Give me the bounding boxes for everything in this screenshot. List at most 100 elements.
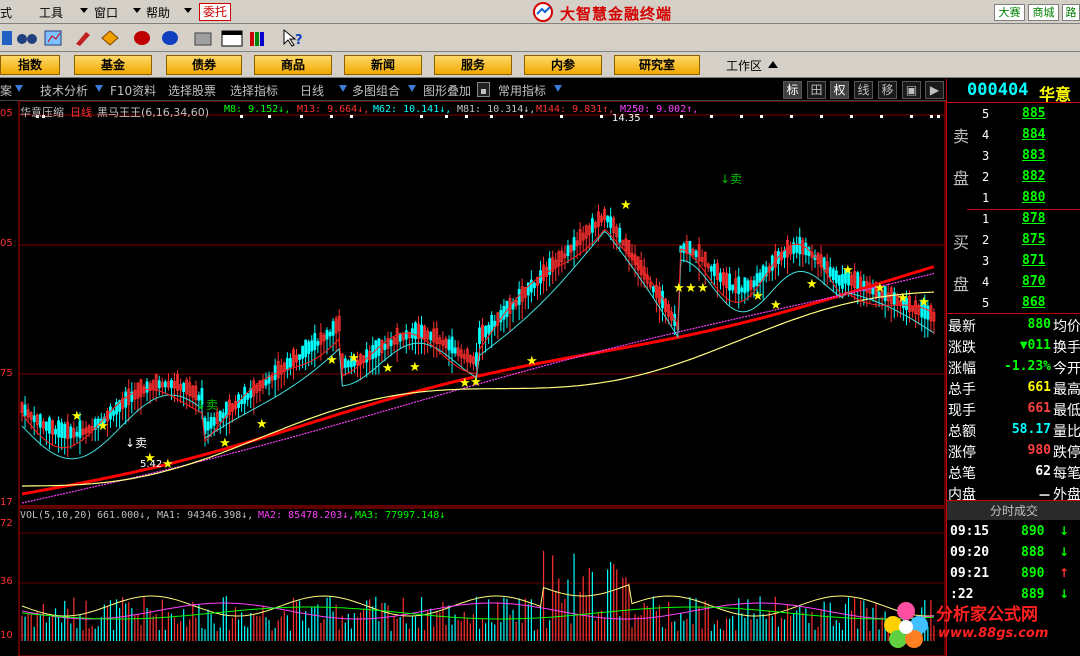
ask-price[interactable]: 885 (1022, 106, 1045, 121)
func-tech-analysis[interactable]: 技术分析 (40, 82, 88, 99)
star-marker-icon: ★ (673, 281, 685, 296)
price-panel-frame (18, 101, 946, 507)
candle-body (331, 321, 335, 336)
candle-body (298, 354, 301, 360)
candle-body (218, 410, 222, 422)
btn-rights[interactable]: 权 (830, 81, 849, 99)
candle-body (212, 417, 216, 426)
tab-insider[interactable]: 内参 (524, 55, 602, 75)
candle-body (758, 272, 762, 283)
star-marker-icon: ★ (459, 376, 471, 391)
ask-level: 3 (982, 149, 990, 163)
func-multi-arrow-icon[interactable] (408, 85, 416, 92)
window-icon (221, 30, 243, 47)
quote-value: ▼011 (1019, 338, 1051, 353)
tick-row[interactable]: 09:20 888 ↓ (947, 545, 1080, 566)
workzone-toggle-icon[interactable] (768, 61, 778, 68)
quote-value: 58.17 (1011, 422, 1051, 437)
mall-button[interactable]: 商城 (1028, 4, 1059, 21)
bid-price[interactable]: 875 (1022, 232, 1045, 247)
road-button[interactable]: 路 (1062, 4, 1080, 21)
candle-body (728, 273, 731, 291)
quote-value: 980 (1027, 443, 1051, 458)
bid-level: 1 (982, 212, 990, 226)
candle-body (182, 382, 186, 392)
candle-body (75, 431, 79, 437)
weituo-button[interactable]: 委托 (199, 3, 231, 21)
quote-row: 涨幅 -1.23% 今开 (947, 357, 1080, 378)
func-multi-chart[interactable]: 多图组合 (352, 82, 400, 99)
workzone-button[interactable]: 工作区 (726, 57, 762, 74)
btn-move[interactable]: 移 (878, 81, 897, 99)
menu-window[interactable]: 窗口 (94, 4, 118, 21)
tick-price: 890 (1021, 524, 1045, 539)
candle-body (526, 282, 530, 296)
lock-icon[interactable] (477, 82, 490, 97)
candle-body (48, 417, 51, 434)
bid-list: 1 878 2 875 3 871 4 870 5 868 (977, 209, 1080, 314)
btn-play[interactable]: ▶ (925, 81, 944, 99)
func-select-stock[interactable]: 选择股票 (168, 82, 216, 99)
func-f10[interactable]: F10资料 (110, 82, 156, 99)
candle-body (60, 422, 64, 438)
ask-price[interactable]: 882 (1022, 169, 1045, 184)
ask-price[interactable]: 883 (1022, 148, 1045, 163)
kline-chart[interactable]: ★★★ ★★★★ ★★ ★★ ★★★★ ★ ★★★★★★★ ★ (0, 101, 946, 656)
func-daily[interactable]: 日线 (300, 82, 324, 99)
chart-period: 日线 (70, 106, 92, 119)
quote-label: 总手 (948, 382, 976, 398)
func-common-indicator[interactable]: 常用指标 (498, 82, 546, 99)
btn-grid[interactable]: 田 (807, 81, 826, 99)
tab-research[interactable]: 研究室 (614, 55, 700, 75)
func-daily-arrow-icon[interactable] (339, 85, 347, 92)
btn-box[interactable]: ▣ (902, 81, 921, 99)
tab-news[interactable]: 新闻 (344, 55, 422, 75)
func-overlay[interactable]: 图形叠加 (423, 82, 471, 99)
tab-bond[interactable]: 债券 (166, 55, 242, 75)
quote-label-secondary: 今开 (1053, 361, 1080, 377)
candle-body (533, 282, 536, 289)
vol-axis-label-top: 72 (0, 518, 13, 529)
vol-legend-ma3: MA3: 77997.148↓ (355, 510, 446, 521)
ask-level: 4 (982, 128, 990, 142)
bid-price[interactable]: 878 (1022, 211, 1045, 226)
menu-bar: 式 工具 窗口 帮助 委托 大智慧金融终端 大赛 商城 路 (0, 0, 1080, 24)
btn-line[interactable]: 线 (854, 81, 873, 99)
bid-price[interactable]: 868 (1022, 295, 1045, 310)
ask-price[interactable]: 880 (1022, 190, 1045, 205)
candle-body (484, 325, 488, 338)
candle-body (221, 412, 225, 419)
menu-formula[interactable]: 式 (0, 4, 12, 21)
candle-body (301, 345, 305, 359)
func-tech-arrow-icon[interactable] (95, 85, 103, 92)
tab-commodity[interactable]: 商品 (254, 55, 332, 75)
candle-body (410, 328, 414, 339)
bid-price[interactable]: 871 (1022, 253, 1045, 268)
menu-tools[interactable]: 工具 (39, 4, 63, 21)
contest-button[interactable]: 大赛 (994, 4, 1025, 21)
func-select-indicator[interactable]: 选择指标 (230, 82, 278, 99)
func-plan-arrow-icon[interactable] (15, 85, 23, 92)
func-common-arrow-icon[interactable] (554, 85, 562, 92)
down-arrow-icon: ↓ (1059, 545, 1070, 559)
signal-dot (910, 115, 913, 118)
tick-row[interactable]: 09:21 890 ↑ (947, 566, 1080, 587)
func-plan[interactable]: 案 (0, 82, 12, 99)
btn-mark[interactable]: 标 (783, 81, 802, 99)
quote-divider (947, 313, 1080, 314)
menu-help[interactable]: 帮助 (146, 4, 170, 21)
candle-body (606, 215, 609, 223)
candle-body (752, 280, 756, 288)
ask-price[interactable]: 884 (1022, 127, 1045, 142)
tab-fund[interactable]: 基金 (74, 55, 152, 75)
tick-row[interactable]: 09:15 890 ↓ (947, 524, 1080, 545)
tab-service[interactable]: 服务 (434, 55, 512, 75)
tab-index[interactable]: 指数 (0, 55, 60, 75)
quote-label-secondary: 跌停 (1053, 445, 1080, 461)
quote-table: 最新 880 均价 涨跌 ▼011 换手 涨幅 -1.23% 今开 总手 661 最高 现手 661 最低总… (947, 315, 1080, 504)
candle-body (316, 341, 320, 346)
sell-signal-1: ↓卖 (125, 436, 148, 450)
candle-body (828, 267, 832, 277)
bid-price[interactable]: 870 (1022, 274, 1045, 289)
signal-dot (790, 115, 793, 118)
